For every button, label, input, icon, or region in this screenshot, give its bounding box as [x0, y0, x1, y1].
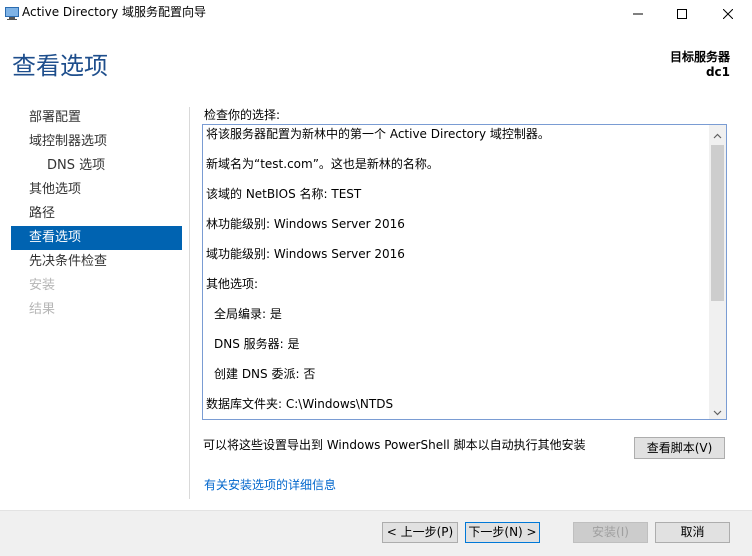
close-button[interactable]: [704, 0, 752, 26]
minimize-icon: [633, 4, 643, 23]
review-line: 创建 DNS 委派: 否: [214, 367, 316, 381]
review-line: 其他选项:: [206, 277, 259, 291]
nav-item-paths[interactable]: 路径: [11, 202, 182, 226]
nav-item-prerequisites-check[interactable]: 先决条件检查: [11, 250, 182, 274]
nav-item-additional-options[interactable]: 其他选项: [11, 178, 182, 202]
window-title: Active Directory 域服务配置向导: [22, 5, 207, 19]
nav-item-dns-options[interactable]: DNS 选项: [11, 154, 182, 178]
nav-item-results: 结果: [29, 302, 56, 317]
cancel-button[interactable]: 取消: [655, 522, 730, 543]
export-description: 可以将这些设置导出到 Windows PowerShell 脚本以自动执行其他安…: [203, 438, 586, 452]
maximize-button[interactable]: [660, 0, 704, 26]
maximize-icon: [677, 4, 687, 23]
page-title: 查看选项: [12, 52, 108, 80]
review-line: 全局编录: 是: [214, 307, 282, 321]
nav-item-installation: 安装: [29, 278, 56, 293]
installation-options-help-link[interactable]: 有关安装选项的详细信息: [204, 477, 336, 493]
target-server-name: dc1: [705, 65, 730, 79]
review-line: 林功能级别: Windows Server 2016: [206, 217, 405, 231]
review-line: 将该服务器配置为新林中的第一个 Active Directory 域控制器。: [206, 127, 550, 141]
scroll-up-button[interactable]: [709, 125, 726, 142]
review-line: 数据库文件夹: C:\Windows\NTDS: [206, 397, 394, 411]
chevron-up-icon: [713, 125, 722, 143]
minimize-button[interactable]: [616, 0, 660, 26]
install-button: 安装(I): [573, 522, 648, 543]
target-server-label: 目标服务器: [669, 50, 730, 64]
review-scrollbar[interactable]: [709, 125, 726, 419]
chevron-down-icon: [713, 401, 722, 419]
previous-button[interactable]: < 上一步(P): [382, 522, 458, 543]
scroll-thumb[interactable]: [711, 145, 724, 301]
review-label: 检查你的选择:: [204, 108, 281, 122]
review-line: 域功能级别: Windows Server 2016: [206, 247, 405, 261]
close-icon: [722, 4, 734, 23]
nav-item-dc-options[interactable]: 域控制器选项: [11, 130, 182, 154]
title-bar: Active Directory 域服务配置向导: [0, 0, 752, 26]
nav-item-deployment-config[interactable]: 部署配置: [11, 106, 182, 130]
review-line: 新域名为“test.com”。这也是新林的名称。: [206, 157, 439, 171]
review-content: 将该服务器配置为新林中的第一个 Active Directory 域控制器。 新…: [206, 125, 706, 419]
server-manager-icon: [4, 5, 20, 21]
next-button[interactable]: 下一步(N) >: [465, 522, 540, 543]
review-line: 该域的 NetBIOS 名称: TEST: [206, 187, 362, 201]
nav-divider: [189, 107, 190, 499]
view-script-button[interactable]: 查看脚本(V): [634, 437, 725, 459]
scroll-down-button[interactable]: [709, 402, 726, 419]
wizard-nav: 部署配置 域控制器选项 DNS 选项 其他选项 路径 查看选项 先决条件检查 安…: [11, 106, 182, 322]
review-line: DNS 服务器: 是: [214, 337, 300, 351]
nav-item-review-options[interactable]: 查看选项: [11, 226, 182, 250]
review-textbox[interactable]: 将该服务器配置为新林中的第一个 Active Directory 域控制器。 新…: [202, 124, 727, 420]
